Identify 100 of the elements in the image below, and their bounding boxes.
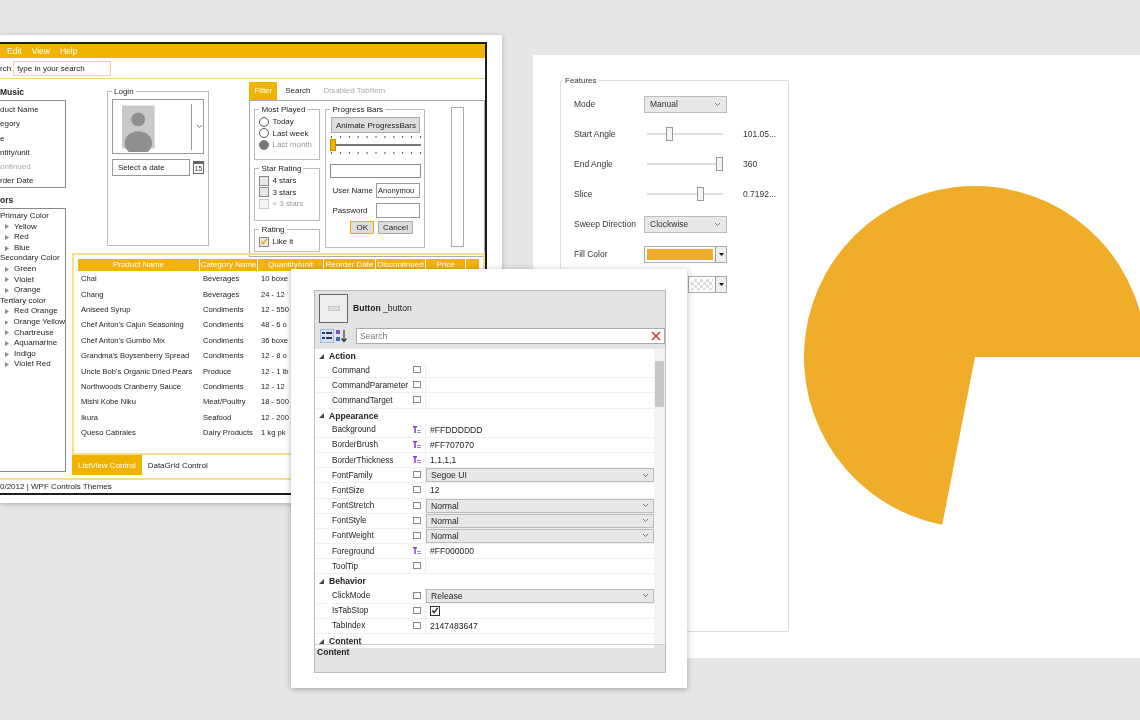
property-name: TabIndex <box>331 621 367 631</box>
avatar-dropdown[interactable] <box>112 99 205 154</box>
color-picker[interactable] <box>644 245 727 263</box>
property-value[interactable]: #FFDDDDDD <box>430 424 483 435</box>
property-marker-icon[interactable] <box>413 621 421 630</box>
list-item[interactable]: e <box>0 131 5 146</box>
property-marker-icon[interactable] <box>413 562 421 571</box>
property-marker-icon[interactable] <box>413 471 421 480</box>
slider-thumb[interactable] <box>716 157 723 171</box>
animate-button[interactable]: Animate ProgressBars <box>331 117 421 133</box>
list-item[interactable]: rder Date <box>0 174 34 189</box>
expander-icon[interactable] <box>319 638 324 644</box>
tree-item[interactable]: Yellow <box>14 221 37 233</box>
tree-item[interactable]: Aquamarine <box>14 338 58 349</box>
expander-icon[interactable] <box>319 353 324 359</box>
property-name: Background <box>331 425 377 435</box>
field-label: Slice <box>574 189 594 199</box>
property-value[interactable]: 1,1,1,1 <box>430 455 457 466</box>
property-marker-icon[interactable] <box>413 381 421 390</box>
slider-thumb[interactable] <box>666 127 674 141</box>
button-preview-icon <box>327 305 340 311</box>
property-value[interactable]: #FF000000 <box>430 546 474 557</box>
property-marker-icon[interactable] <box>413 547 421 556</box>
tree-item[interactable]: Secondary Color <box>0 253 60 264</box>
list-item[interactable]: egory <box>0 117 20 132</box>
categorize-icon[interactable] <box>320 329 334 343</box>
tree-item[interactable]: Chartreuse <box>14 327 54 339</box>
checkbox[interactable] <box>259 236 270 247</box>
tree-item[interactable]: Tertiary color <box>0 295 46 307</box>
tree-item[interactable]: Orange <box>14 285 41 296</box>
sort-icon[interactable] <box>336 329 348 343</box>
date-field[interactable]: Select a date <box>112 159 190 176</box>
property-marker-icon[interactable] <box>413 396 421 405</box>
search-field[interactable]: type in your search <box>13 60 112 76</box>
clear-icon[interactable] <box>651 331 661 341</box>
field-label: End Angle <box>574 159 614 169</box>
property-marker-icon[interactable] <box>413 440 421 449</box>
slider-thumb[interactable] <box>330 139 337 151</box>
property-marker-icon[interactable] <box>413 486 421 495</box>
property-name: Command <box>331 365 371 375</box>
property-value[interactable]: 2147483647 <box>430 620 478 631</box>
property-name: FontFamily <box>331 470 374 480</box>
property-name: BorderThickness <box>331 455 395 465</box>
expander-icon[interactable] <box>319 413 324 419</box>
checkbox[interactable] <box>430 605 440 616</box>
radio-button[interactable] <box>259 116 270 127</box>
list-item[interactable]: duct Name <box>0 103 39 118</box>
property-marker-icon[interactable] <box>413 456 421 465</box>
radio-button[interactable] <box>259 128 270 139</box>
dropdown[interactable]: Clockwise <box>644 215 727 233</box>
search-field[interactable]: Search <box>356 328 665 344</box>
dialog-button[interactable]: OK <box>350 221 374 234</box>
property-value[interactable]: 12 <box>430 485 440 496</box>
property-name: FontWeight <box>331 531 375 541</box>
tree-item[interactable]: Red <box>14 232 29 243</box>
tree-item[interactable]: Primary Color <box>0 211 49 222</box>
property-marker-icon[interactable] <box>413 591 421 600</box>
property-marker-icon[interactable] <box>413 366 421 375</box>
chevron-icon <box>642 518 649 524</box>
tree-item[interactable]: Violet Red <box>14 359 51 370</box>
field-label: Mode <box>574 99 597 109</box>
property-name: FontSize <box>331 485 366 495</box>
checkbox[interactable] <box>259 187 270 198</box>
tab[interactable]: DataGrid Control <box>141 455 214 475</box>
property-marker-icon[interactable] <box>413 516 421 525</box>
chevron-icon <box>642 533 649 539</box>
dropdown-button[interactable] <box>715 246 726 262</box>
property-value[interactable]: #FF707070 <box>430 439 474 450</box>
checkbox[interactable] <box>259 175 270 186</box>
dropdown[interactable]: Manual <box>644 95 727 113</box>
property-dropdown[interactable]: Release <box>426 588 654 603</box>
input-field[interactable] <box>375 203 421 218</box>
tree-item[interactable]: Violet <box>14 274 34 286</box>
tree-item[interactable]: Blue <box>14 242 30 254</box>
chevron-icon <box>642 503 649 509</box>
group-title: Features <box>564 76 598 85</box>
tree-item[interactable]: Red Orange <box>14 306 58 317</box>
slider-thumb[interactable] <box>696 187 704 201</box>
chevron-icon <box>714 221 721 227</box>
property-marker-icon[interactable] <box>413 501 421 510</box>
list-item[interactable]: ntity/unit <box>0 145 30 161</box>
slider[interactable] <box>330 135 422 155</box>
scrollbar[interactable] <box>654 349 665 644</box>
group-title: Progress Bars <box>331 105 385 114</box>
color-picker[interactable] <box>688 275 727 293</box>
tab[interactable]: Search <box>280 82 316 100</box>
tree-item[interactable]: Green <box>14 263 37 275</box>
property-dropdown[interactable]: Segoe UI <box>426 468 654 483</box>
tree-item[interactable]: Orange Yellow <box>13 316 65 328</box>
dialog-button[interactable]: Cancel <box>378 221 413 234</box>
property-name: IsTabStop <box>331 606 370 616</box>
category-label: Action <box>329 351 356 361</box>
dropdown-button[interactable] <box>715 276 726 292</box>
property-marker-icon[interactable] <box>413 606 421 615</box>
tree-item[interactable]: Indigo <box>14 348 36 360</box>
property-marker-icon[interactable] <box>413 425 421 434</box>
option-label: Today <box>272 117 294 127</box>
property-name: CommandTarget <box>331 395 394 405</box>
property-marker-icon[interactable] <box>413 531 421 540</box>
expander-icon[interactable] <box>319 578 324 584</box>
